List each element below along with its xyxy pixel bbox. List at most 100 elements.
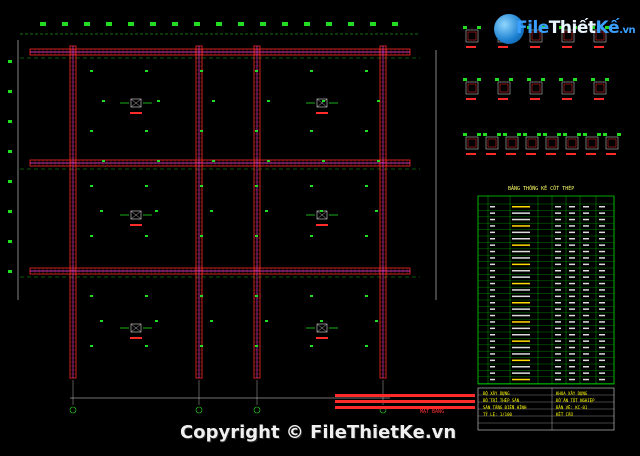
table-cell bbox=[583, 231, 589, 234]
column-detail bbox=[517, 133, 521, 136]
column-detail bbox=[605, 78, 609, 81]
table-cell bbox=[599, 308, 605, 310]
table-cell bbox=[490, 218, 495, 221]
rebar-mark bbox=[375, 320, 378, 322]
table-cell bbox=[599, 378, 605, 381]
table-cell bbox=[583, 206, 589, 208]
rebar-mark bbox=[255, 295, 258, 297]
column-detail bbox=[603, 133, 607, 136]
table-cell bbox=[555, 270, 561, 272]
grid-bubble bbox=[195, 406, 203, 414]
table-cell bbox=[599, 244, 605, 246]
table-cell bbox=[512, 366, 530, 368]
table-cell bbox=[490, 289, 495, 291]
table-cell bbox=[569, 270, 575, 272]
column-detail bbox=[573, 78, 577, 81]
cad-viewport[interactable]: FileThiếtKế.vn BẢNG THỐNG KÊ CỐT THÉP MẶ… bbox=[0, 0, 640, 456]
label-mark bbox=[8, 90, 12, 93]
table-cell bbox=[555, 263, 561, 266]
rebar-mark bbox=[267, 100, 270, 102]
table-cell bbox=[569, 257, 575, 259]
rebar-mark bbox=[365, 235, 368, 237]
table-cell bbox=[555, 372, 561, 374]
rebar-mark bbox=[145, 70, 148, 72]
table-cell bbox=[490, 327, 495, 330]
table-cell bbox=[555, 225, 561, 227]
grid-bubble bbox=[69, 406, 77, 414]
rebar-mark bbox=[377, 160, 380, 162]
table-cell bbox=[490, 250, 495, 253]
slab-marker bbox=[130, 224, 142, 226]
column-detail bbox=[541, 78, 545, 81]
table-cell bbox=[555, 340, 561, 342]
rebar-mark bbox=[320, 320, 323, 322]
table-cell bbox=[512, 359, 530, 362]
column-detail bbox=[466, 153, 476, 155]
title-block-line: SÀN TẦNG ĐIỂN HÌNH bbox=[483, 405, 527, 410]
label-mark bbox=[194, 22, 200, 26]
table-cell bbox=[583, 378, 589, 381]
table-cell bbox=[569, 372, 575, 374]
logo-text: FileThiếtKế.vn bbox=[516, 18, 636, 38]
rebar-mark bbox=[255, 345, 258, 347]
table-cell bbox=[599, 366, 605, 368]
column-detail bbox=[559, 78, 563, 81]
label-mark bbox=[62, 22, 68, 26]
rebar-mark bbox=[100, 320, 103, 322]
table-cell bbox=[512, 257, 530, 259]
table-cell bbox=[583, 218, 589, 221]
title-block-line: BỐ TRÍ THÉP SÀN bbox=[483, 398, 520, 403]
rebar-mark bbox=[145, 295, 148, 297]
rebar-mark bbox=[200, 235, 203, 237]
rebar-mark bbox=[90, 70, 93, 72]
rebar-mark bbox=[255, 70, 258, 72]
label-mark bbox=[326, 22, 332, 26]
table-cell bbox=[490, 359, 495, 362]
table-cell bbox=[490, 270, 495, 272]
rebar-mark bbox=[265, 320, 268, 322]
column-detail bbox=[607, 138, 617, 148]
rebar-mark bbox=[365, 345, 368, 347]
column-detail bbox=[527, 78, 531, 81]
note-line bbox=[335, 394, 475, 397]
table-cell bbox=[555, 366, 561, 368]
title-block-line: KẾT CẤU bbox=[556, 412, 573, 417]
table-cell bbox=[555, 327, 561, 330]
title-block-line: KHOA XÂY DỰNG bbox=[556, 391, 588, 396]
rebar-mark bbox=[210, 210, 213, 212]
table-cell bbox=[490, 295, 495, 298]
site-logo: FileThiếtKế.vn bbox=[494, 12, 636, 48]
table-cell bbox=[569, 314, 575, 317]
table-cell bbox=[599, 340, 605, 342]
table-cell bbox=[490, 238, 495, 240]
table-cell bbox=[555, 231, 561, 234]
table-cell bbox=[569, 340, 575, 342]
column-detail bbox=[506, 153, 516, 155]
label-mark bbox=[40, 22, 46, 26]
table-cell bbox=[490, 372, 495, 374]
table-cell bbox=[583, 308, 589, 310]
label-mark bbox=[8, 270, 12, 273]
table-cell bbox=[583, 270, 589, 272]
table-cell bbox=[555, 321, 561, 323]
table-cell bbox=[583, 340, 589, 342]
column-detail bbox=[587, 138, 597, 148]
label-mark bbox=[172, 22, 178, 26]
rebar-mark bbox=[145, 235, 148, 237]
table-cell bbox=[583, 257, 589, 259]
column-detail bbox=[507, 138, 517, 148]
label-mark bbox=[8, 150, 12, 153]
rebar-mark bbox=[102, 100, 105, 102]
structural-drawing-canvas[interactable] bbox=[0, 0, 640, 456]
column-detail bbox=[567, 138, 577, 148]
rebar-mark bbox=[365, 130, 368, 132]
rebar-mark bbox=[200, 130, 203, 132]
rebar-mark bbox=[200, 70, 203, 72]
table-cell bbox=[512, 372, 530, 374]
column-detail bbox=[583, 133, 587, 136]
table-cell bbox=[599, 346, 605, 349]
table-cell bbox=[555, 257, 561, 259]
rebar-mark bbox=[310, 185, 313, 187]
label-mark bbox=[106, 22, 112, 26]
rebar-mark bbox=[377, 100, 380, 102]
